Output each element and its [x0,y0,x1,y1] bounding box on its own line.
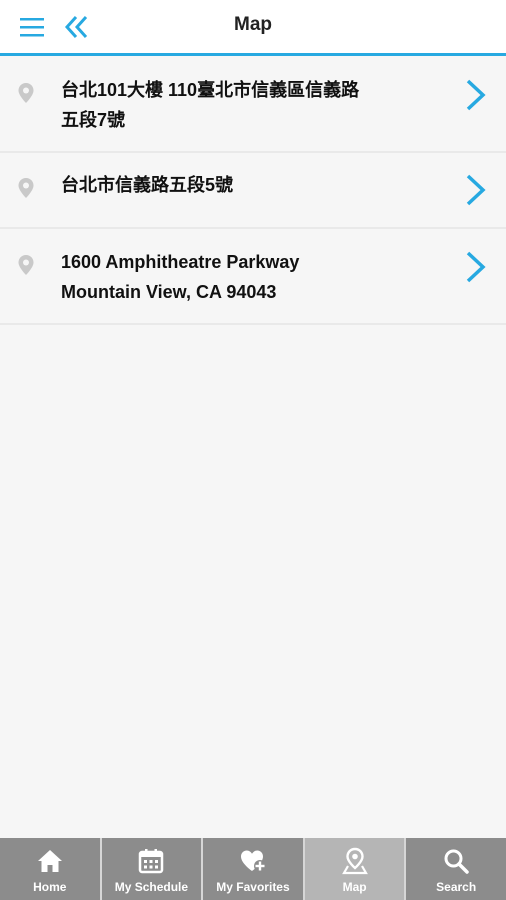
location-address: 1600 Amphitheatre Parkway Mountain View,… [61,247,426,307]
location-item[interactable]: 1600 Amphitheatre Parkway Mountain View,… [0,229,506,325]
map-pin-icon [341,847,369,875]
address-line-1: 1600 Amphitheatre Parkway [61,252,300,272]
tab-label: Map [342,880,367,894]
tab-map[interactable]: Map [304,838,407,900]
address-line-2: Mountain View, CA 94043 [61,282,277,302]
location-list: 台北101大樓 110臺北市信義區信義路 五段7號 台北市信義路五段5號 160… [0,56,506,325]
address-line-1: 台北市信義路五段5號 [61,175,234,195]
app-header: Map [0,0,506,56]
location-item[interactable]: 台北市信義路五段5號 [0,153,506,229]
chevron-right-icon[interactable] [464,78,488,112]
address-line-1: 台北101大樓 110臺北市信義區信義路 [61,80,360,100]
search-icon [442,847,470,875]
chevron-right-icon[interactable] [464,173,488,207]
page-title: Map [234,14,272,35]
location-item[interactable]: 台北101大樓 110臺北市信義區信義路 五段7號 [0,56,506,153]
tab-label: My Schedule [114,880,189,894]
location-address: 台北101大樓 110臺北市信義區信義路 五段7號 [61,75,426,135]
tab-label: Search [436,880,477,894]
calendar-icon [137,847,165,875]
tab-home[interactable]: Home [0,838,102,900]
tab-label: My Favorites [216,880,290,894]
location-address: 台北市信義路五段5號 [61,170,426,200]
map-pin-icon [17,177,35,199]
map-pin-icon [17,254,35,276]
tab-my-favorites[interactable]: My Favorites [203,838,305,900]
address-line-2: 五段7號 [61,110,126,130]
tab-search[interactable]: Search [406,838,506,900]
heart-plus-icon [239,847,267,875]
home-icon [36,847,64,875]
tab-my-schedule[interactable]: My Schedule [101,838,204,900]
map-pin-icon [17,82,35,104]
tab-label: Home [33,880,67,894]
chevron-right-icon[interactable] [464,250,488,284]
bottom-tab-bar: Home My Schedule My Favorites Map Search [0,838,506,900]
